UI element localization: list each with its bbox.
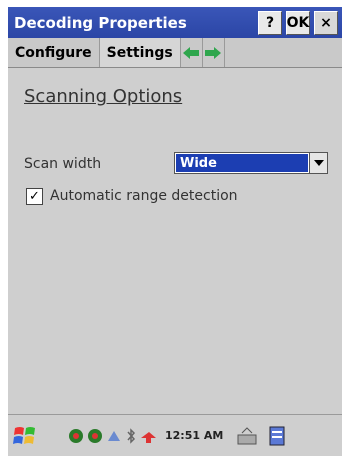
title-bar: Decoding Properties ? OK ×: [8, 7, 342, 38]
dropdown-button[interactable]: [309, 153, 327, 173]
bluetooth-icon[interactable]: [125, 427, 137, 444]
tab-scroll-left-button[interactable]: [181, 38, 203, 67]
chevron-down-icon: [313, 160, 324, 166]
scan-width-label: Scan width: [24, 156, 102, 172]
tab-configure[interactable]: Configure: [8, 38, 100, 67]
tab-bar-filler: [225, 38, 342, 67]
help-button[interactable]: ?: [258, 10, 282, 35]
section-heading: Scanning Options: [24, 86, 183, 107]
sync-icon[interactable]: [87, 428, 103, 444]
tab-settings[interactable]: Settings: [99, 38, 181, 67]
clock[interactable]: 12:51 AM: [165, 429, 223, 442]
windows-start-icon[interactable]: [12, 423, 38, 449]
tab-scroll-right-button[interactable]: [203, 38, 225, 67]
keyboard-icon[interactable]: [236, 425, 258, 447]
tab-bar: Configure Settings: [8, 38, 342, 68]
ok-button[interactable]: OK: [286, 10, 310, 35]
volume-icon[interactable]: [140, 428, 158, 444]
arrow-right-icon: [205, 46, 222, 59]
taskbar: 12:51 AM: [8, 414, 342, 456]
signal-icon[interactable]: [106, 428, 122, 444]
app-switch-icon[interactable]: [268, 425, 286, 447]
arrow-left-icon: [183, 46, 200, 59]
scan-width-select[interactable]: Wide: [174, 152, 328, 174]
window-title: Decoding Properties: [14, 13, 187, 32]
system-tray: 12:51 AM: [68, 427, 226, 444]
auto-range-label: Automatic range detection: [50, 188, 238, 204]
auto-range-checkbox[interactable]: ✓: [26, 188, 43, 205]
network-icon[interactable]: [68, 428, 84, 444]
scan-width-value: Wide: [176, 154, 308, 172]
close-button[interactable]: ×: [314, 10, 338, 35]
settings-panel: Scanning Options Scan width Wide ✓ Autom…: [8, 68, 342, 414]
